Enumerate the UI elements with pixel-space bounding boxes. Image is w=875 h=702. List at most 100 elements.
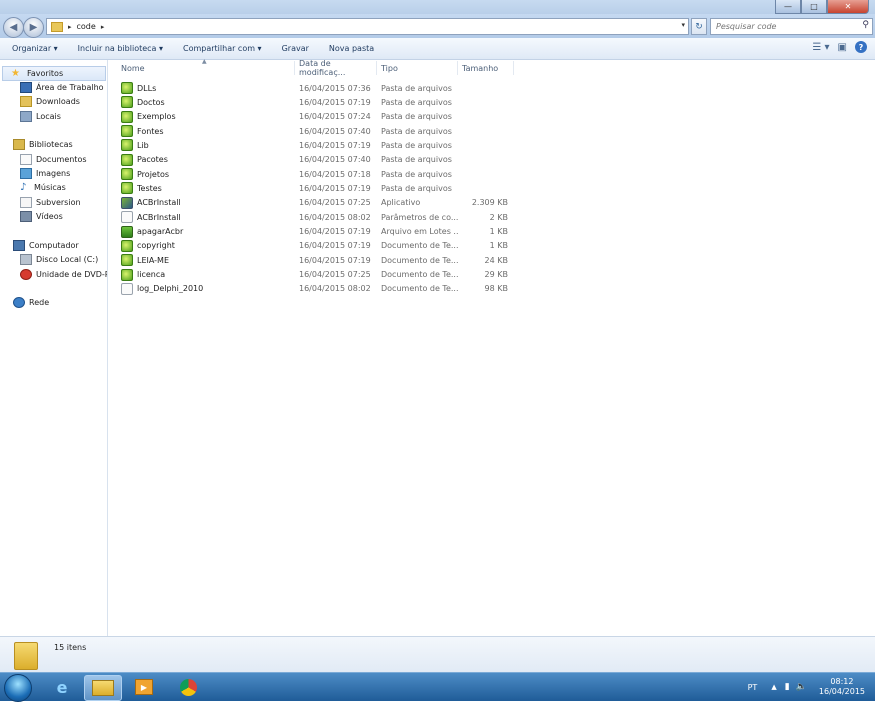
taskbar-chrome[interactable]: [170, 675, 206, 699]
folder-icon: [121, 96, 133, 109]
file-row[interactable]: Fontes 16/04/2015 07:40 Pasta de arquivos: [119, 124, 514, 138]
folder-icon: [121, 82, 133, 94]
language-indicator[interactable]: PT: [748, 683, 758, 692]
sidebar-item-desktop[interactable]: Área de Trabalho: [20, 81, 107, 94]
help-icon[interactable]: ?: [855, 41, 867, 53]
sidebar-item-videos[interactable]: Vídeos: [20, 210, 107, 223]
minimize-button[interactable]: —: [775, 0, 801, 14]
sidebar-item-label: Favoritos: [27, 69, 64, 78]
dvd-drive-icon: [20, 269, 32, 280]
sidebar-item-dvd-drive[interactable]: Unidade de DVD-RW: [20, 268, 107, 281]
taskbar-media-player[interactable]: ▶: [126, 675, 162, 699]
address-bar[interactable]: ▸ code ▸ ▾: [46, 18, 689, 35]
file-name: Doctos: [137, 97, 165, 107]
file-row[interactable]: Exemplos 16/04/2015 07:24 Pasta de arquivo…: [119, 110, 514, 124]
taskbar-windows-explorer[interactable]: [84, 675, 122, 701]
file-row[interactable]: Doctos 16/04/2015 07:19 Pasta de arquivos: [119, 95, 514, 109]
file-size: 1 KB: [489, 241, 508, 251]
sidebar-item-images[interactable]: Imagens: [20, 167, 107, 180]
breadcrumb-separator-icon[interactable]: ▸: [101, 23, 105, 31]
column-header-type[interactable]: Tipo: [377, 61, 458, 75]
breadcrumb-code[interactable]: code: [77, 22, 96, 31]
forward-button[interactable]: ▶: [23, 17, 44, 38]
sidebar-item-libraries[interactable]: Bibliotecas: [13, 138, 107, 151]
sidebar-item-label: Disco Local (C:): [36, 255, 99, 264]
file-date: 16/04/2015 07:19: [299, 140, 371, 150]
file-date: 16/04/2015 08:02: [299, 284, 371, 294]
file-size: 98 KB: [484, 284, 508, 294]
sidebar-item-documents[interactable]: Documentos: [20, 153, 107, 166]
include-library-button[interactable]: Incluir na biblioteca ▾: [78, 44, 163, 53]
breadcrumb-separator-icon[interactable]: ▸: [68, 23, 72, 31]
show-hidden-icons-icon[interactable]: ▲: [771, 683, 776, 691]
sidebar-item-label: Documentos: [36, 155, 87, 164]
sidebar-item-subversion[interactable]: Subversion: [20, 196, 107, 209]
file-date: 16/04/2015 07:19: [299, 227, 371, 236]
column-header-date[interactable]: Data de modificaç...: [295, 59, 377, 77]
taskbar: e ▶ PT ▲ ▮ 🔈 08:12 16/04/2015: [0, 672, 875, 702]
file-type: Documento de Te...: [381, 284, 459, 294]
share-button[interactable]: Compartilhar com ▾: [183, 44, 262, 53]
batch-file-icon: [121, 225, 133, 238]
forward-arrow-icon: ▶: [29, 22, 38, 33]
sidebar-item-local-disk[interactable]: Disco Local (C:): [20, 253, 107, 266]
sidebar-item-downloads[interactable]: Downloads: [20, 95, 107, 108]
preview-pane-icon[interactable]: ▣: [838, 42, 847, 53]
folder-icon: [14, 642, 38, 670]
file-row[interactable]: log_Delphi_2010 16/04/2015 08:02 Documento…: [119, 282, 514, 296]
file-row[interactable]: licenca 16/04/2015 07:25 Documento de Te..…: [119, 268, 514, 282]
column-header-name[interactable]: Nome: [117, 61, 295, 75]
file-type: Documento de Te...: [381, 270, 459, 280]
file-type: Documento de Te...: [381, 241, 459, 251]
videos-icon: [20, 211, 32, 222]
folder-icon: [121, 254, 133, 267]
sidebar-item-favorites[interactable]: ★ Favoritos: [2, 66, 106, 81]
close-button[interactable]: ✕: [827, 0, 869, 14]
file-type: Pasta de arquivos: [381, 97, 452, 107]
sidebar-item-label: Bibliotecas: [29, 140, 73, 149]
file-row[interactable]: DLLs 16/04/2015 07:36 Pasta de arquivos: [119, 81, 514, 95]
file-date: 16/04/2015 07:40: [299, 126, 371, 136]
new-folder-button[interactable]: Nova pasta: [329, 44, 374, 53]
search-input[interactable]: [714, 21, 858, 32]
folder-icon: [92, 680, 114, 696]
file-row[interactable]: copyright 16/04/2015 07:19 Documento de Te…: [119, 239, 514, 253]
computer-icon: [13, 240, 25, 251]
sidebar-item-recent[interactable]: Locais: [20, 110, 107, 123]
burn-button[interactable]: Gravar: [282, 44, 309, 53]
file-row[interactable]: ACBrInstall 16/04/2015 08:02 Parâmetros de…: [119, 210, 514, 224]
back-button[interactable]: ◀: [3, 17, 24, 38]
file-row[interactable]: Lib 16/04/2015 07:19 Pasta de arquivos: [119, 138, 514, 152]
file-row[interactable]: Pacotes 16/04/2015 07:40 Pasta de arquivos: [119, 153, 514, 167]
search-box[interactable]: ⚲: [710, 18, 873, 35]
volume-muted-icon[interactable]: 🔈: [796, 682, 807, 692]
address-dropdown-icon[interactable]: ▾: [681, 21, 685, 29]
search-icon[interactable]: ⚲: [862, 20, 869, 30]
network-signal-icon[interactable]: ▮: [785, 682, 790, 692]
view-options-icon[interactable]: ☰ ▾: [812, 42, 829, 53]
column-header-size[interactable]: Tamanho: [458, 61, 514, 75]
file-row[interactable]: apagarAcbr 16/04/2015 07:19 Arquivo em Lot…: [119, 225, 514, 239]
folder-icon: [121, 110, 133, 123]
file-date: 16/04/2015 07:24: [299, 112, 371, 122]
window-titlebar[interactable]: — □ ✕: [0, 0, 875, 14]
sidebar-item-network[interactable]: Rede: [13, 296, 107, 309]
folder-icon: [51, 21, 63, 32]
chrome-icon: [179, 678, 197, 696]
file-row[interactable]: LEIA-ME 16/04/2015 07:19 Documento de Te..…: [119, 253, 514, 267]
sidebar-item-music[interactable]: ♪ Músicas: [20, 181, 107, 194]
file-row[interactable]: ACBrInstall 16/04/2015 07:25 Aplicativo 2.3…: [119, 196, 514, 210]
taskbar-internet-explorer[interactable]: e: [44, 675, 80, 699]
file-type: Pasta de arquivos: [381, 112, 452, 122]
file-row[interactable]: Projetos 16/04/2015 07:18 Pasta de arquivo…: [119, 167, 514, 181]
sidebar-item-computer[interactable]: Computador: [13, 239, 107, 252]
maximize-button[interactable]: □: [801, 0, 827, 14]
organize-button[interactable]: Organizar ▾: [12, 44, 58, 53]
system-tray: PT ▲ ▮ 🔈 08:12 16/04/2015: [748, 673, 875, 701]
file-row[interactable]: Testes 16/04/2015 07:19 Pasta de arquivos: [119, 181, 514, 195]
clock[interactable]: 08:12 16/04/2015: [819, 677, 865, 697]
sidebar-item-label: Computador: [29, 241, 79, 250]
start-button[interactable]: [4, 674, 32, 702]
folder-icon: [121, 125, 133, 138]
refresh-button[interactable]: ↻: [691, 18, 707, 35]
